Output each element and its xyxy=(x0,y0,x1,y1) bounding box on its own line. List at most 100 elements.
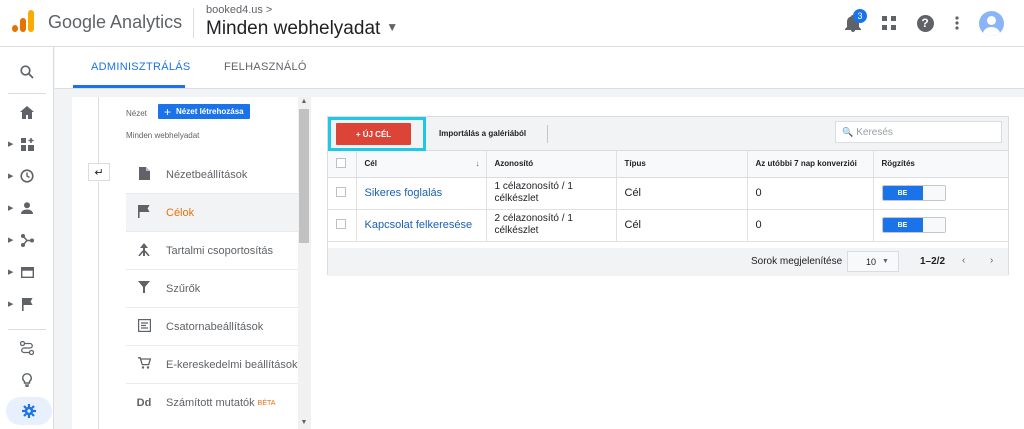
beta-badge: BÉTA xyxy=(257,399,276,407)
goals-table-container: + ÚJ CÉL Importálás a galériából 🔍 Keresé… xyxy=(327,116,1009,276)
header-divider xyxy=(193,8,194,38)
column-header-type[interactable]: Típus xyxy=(616,151,748,178)
recording-toggle[interactable]: BE xyxy=(881,185,946,201)
goal-id: 1 célazonosító / 1 célkészlet xyxy=(486,177,617,210)
customization-icon[interactable]: ▶ xyxy=(0,130,54,158)
flag-icon xyxy=(132,204,156,221)
menu-item-goals[interactable]: Célok xyxy=(126,194,299,232)
goals-panel: + ÚJ CÉL Importálás a galériából 🔍 Keresé… xyxy=(312,97,1024,429)
next-page-icon[interactable]: › xyxy=(990,255,993,266)
left-nav-rail: ▶ ▶ ▶ ▶ ▶ ▶ xyxy=(0,47,54,429)
search-placeholder: Keresés xyxy=(856,126,893,138)
more-vert-icon[interactable] xyxy=(946,12,968,34)
brand-name: Google Analytics xyxy=(48,12,183,32)
search-icon[interactable] xyxy=(0,58,54,86)
column-label: Cél xyxy=(364,159,377,169)
filter-icon xyxy=(132,281,156,296)
search-input[interactable]: 🔍 Keresés xyxy=(835,121,1002,143)
property-selector[interactable]: Minden webhelyadat ▼ xyxy=(206,18,398,40)
channel-settings-icon xyxy=(132,318,156,335)
goal-conversions: 0 xyxy=(747,177,874,210)
rows-label: Sorok megjelenítése xyxy=(751,256,843,267)
rail-divider xyxy=(8,329,46,330)
menu-item-label: E-kereskedelmi beállítások xyxy=(166,358,298,371)
top-bar: Google Analytics booked4.us > Minden web… xyxy=(0,0,1024,47)
scrollbar-thumb[interactable] xyxy=(299,109,309,243)
row-checkbox[interactable] xyxy=(328,209,357,242)
admin-tabs: ADMINISZTRÁLÁS FELHASZNÁLÓ xyxy=(55,47,1024,89)
column-header-goal[interactable]: Cél ↓ xyxy=(356,151,487,178)
dd-icon: Dd xyxy=(136,397,152,409)
tab-user[interactable]: FELHASZNÁLÓ xyxy=(224,61,307,73)
goals-toolbar: + ÚJ CÉL Importálás a galériából 🔍 Keresé… xyxy=(328,117,1008,151)
admin-gear-icon[interactable] xyxy=(6,397,52,425)
table-row: Kapcsolat felkeresése 2 célazonosító / 1… xyxy=(328,209,1008,242)
goal-type: Cél xyxy=(616,177,748,210)
tree-line xyxy=(98,97,99,163)
attribution-icon[interactable] xyxy=(0,334,54,362)
recording-toggle[interactable]: BE xyxy=(881,217,946,233)
discover-lightbulb-icon[interactable] xyxy=(0,366,54,394)
column-header-recording[interactable]: Rögzítés xyxy=(873,151,1008,178)
tab-underline xyxy=(73,85,185,88)
recording-toggle-cell: BE xyxy=(873,177,1008,210)
menu-item-view-settings[interactable]: Nézetbeállítások xyxy=(126,156,299,194)
apps-grid-icon[interactable] xyxy=(878,12,900,34)
table-footer: Sorok megjelenítése 10 ▼ 1–2/2 ‹ › xyxy=(328,248,1008,276)
plus-icon: + xyxy=(164,104,172,119)
select-all-checkbox[interactable] xyxy=(328,151,357,178)
prev-page-icon[interactable]: ‹ xyxy=(962,255,965,266)
pagination-range: 1–2/2 xyxy=(920,256,946,267)
toggle-label: BE xyxy=(882,218,923,232)
goal-id: 2 célazonosító / 1 célkészlet xyxy=(486,209,617,242)
goals-table: Cél ↓ Azonosító Típus Az utóbbi 7 nap kon… xyxy=(328,151,1008,242)
acquisition-icon[interactable]: ▶ xyxy=(0,226,54,254)
avatar[interactable] xyxy=(979,11,1004,36)
scroll-down-icon[interactable]: ▼ xyxy=(299,419,309,426)
view-label: Nézet xyxy=(126,109,147,118)
table-header-row: Cél ↓ Azonosító Típus Az utóbbi 7 nap kon… xyxy=(328,151,1008,178)
analytics-logo-icon[interactable] xyxy=(12,10,34,32)
tab-admin[interactable]: ADMINISZTRÁLÁS xyxy=(91,61,191,73)
menu-item-label: Számított mutatók xyxy=(166,397,255,409)
create-view-label: Nézet létrehozása xyxy=(176,107,244,116)
home-icon[interactable] xyxy=(0,98,54,126)
view-name[interactable]: Minden webhelyadat xyxy=(126,131,199,140)
rail-divider xyxy=(8,93,46,94)
back-arrow-icon[interactable]: ↵ xyxy=(88,163,110,181)
column-header-conversions[interactable]: Az utóbbi 7 nap konverziói xyxy=(747,151,874,178)
audience-person-icon[interactable]: ▶ xyxy=(0,194,54,222)
menu-item-label: Nézetbeállítások xyxy=(166,168,248,181)
menu-item-content-grouping[interactable]: Tartalmi csoportosítás xyxy=(126,232,299,270)
behavior-icon[interactable]: ▶ xyxy=(0,258,54,286)
goal-type: Cél xyxy=(616,209,748,242)
scroll-up-icon[interactable]: ▲ xyxy=(299,98,309,105)
scrollbar[interactable]: ▲ ▼ xyxy=(298,97,311,429)
goal-name-link[interactable]: Kapcsolat felkeresése xyxy=(356,209,487,242)
breadcrumb[interactable]: booked4.us > xyxy=(206,4,272,16)
menu-item-filters[interactable]: Szűrők xyxy=(126,270,299,308)
cart-icon xyxy=(132,357,156,372)
rows-value: 10 xyxy=(866,256,877,267)
sort-arrow-icon[interactable]: ↓ xyxy=(476,159,480,168)
help-icon[interactable]: ? xyxy=(914,12,936,34)
search-icon: 🔍 xyxy=(842,126,854,137)
tree-line xyxy=(98,182,99,429)
table-row: Sikeres foglalás 1 célazonosító / 1 célk… xyxy=(328,177,1008,210)
notification-badge: 3 xyxy=(853,9,867,23)
create-view-button[interactable]: + Nézet létrehozása xyxy=(158,104,250,119)
rows-per-page-select[interactable]: 10 ▼ xyxy=(847,251,899,272)
menu-item-channel-settings[interactable]: Csatornabeállítások xyxy=(126,308,299,346)
new-goal-highlight xyxy=(328,117,426,151)
conversions-flag-icon[interactable]: ▶ xyxy=(0,290,54,318)
menu-item-label: Célok xyxy=(166,206,195,219)
grouping-icon xyxy=(132,242,156,259)
menu-item-ecommerce[interactable]: E-kereskedelmi beállítások xyxy=(126,346,299,384)
column-header-id[interactable]: Azonosító xyxy=(486,151,617,178)
goal-name-link[interactable]: Sikeres foglalás xyxy=(356,177,487,210)
realtime-clock-icon[interactable]: ▶ xyxy=(0,162,54,190)
menu-item-calculated-metrics[interactable]: Dd Számított mutatók BÉTA xyxy=(126,384,299,422)
import-from-gallery-button[interactable]: Importálás a galériából xyxy=(439,129,526,138)
menu-item-label: Tartalmi csoportosítás xyxy=(166,244,273,257)
row-checkbox[interactable] xyxy=(328,177,357,210)
